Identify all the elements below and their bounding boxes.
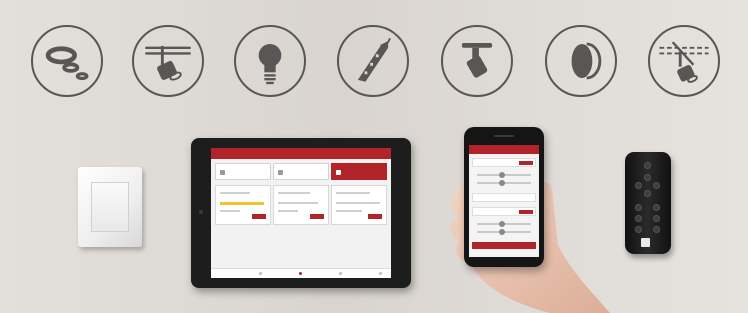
phone-app-header (469, 145, 539, 154)
remote-control (625, 152, 671, 254)
tablet-card-2 (273, 185, 329, 225)
remote-button (653, 182, 660, 189)
remote-button (653, 204, 660, 211)
smartphone-device (464, 127, 544, 267)
remote-power-button (644, 162, 651, 169)
phone-speaker (494, 135, 514, 137)
phone-bottom-button (472, 242, 536, 249)
wall-switch (78, 167, 142, 247)
tablet-footer-bar (211, 268, 391, 278)
wireless-rail-spotlight-icon (648, 25, 720, 97)
phone-row (472, 193, 536, 202)
led-strip-icon (337, 25, 409, 97)
ceiling-spot-icon (441, 25, 513, 97)
tablet-card-3 (331, 185, 387, 225)
phone-slider (477, 221, 531, 227)
remote-button (635, 215, 642, 222)
remote-button (635, 204, 642, 211)
phone-slider (477, 180, 531, 186)
tablet-app-header (211, 148, 391, 159)
phone-row (472, 207, 536, 216)
remote-button (644, 190, 651, 197)
remote-button (635, 182, 642, 189)
tablet-card-1 (215, 185, 271, 225)
tablet-device (191, 138, 411, 288)
tablet-tab-3 (331, 163, 387, 180)
wall-disc-light-icon (545, 25, 617, 97)
switch-rocker (91, 182, 129, 232)
remote-button (635, 226, 642, 233)
tablet-tab-2 (273, 163, 329, 180)
brand-logo-icon (641, 238, 650, 247)
recessed-rings-icon (31, 25, 103, 97)
phone-slider (477, 229, 531, 235)
rail-spotlight-icon (132, 25, 204, 97)
tablet-screen (211, 148, 391, 278)
phone-slider (477, 172, 531, 178)
tablet-tab-1 (215, 163, 271, 180)
light-bulb-icon (234, 25, 306, 97)
phone-screen (469, 145, 539, 257)
phone-row (472, 158, 536, 167)
product-banner (0, 0, 748, 313)
tablet-camera (199, 210, 203, 214)
remote-button (653, 215, 660, 222)
remote-button (653, 226, 660, 233)
remote-button (644, 174, 651, 181)
